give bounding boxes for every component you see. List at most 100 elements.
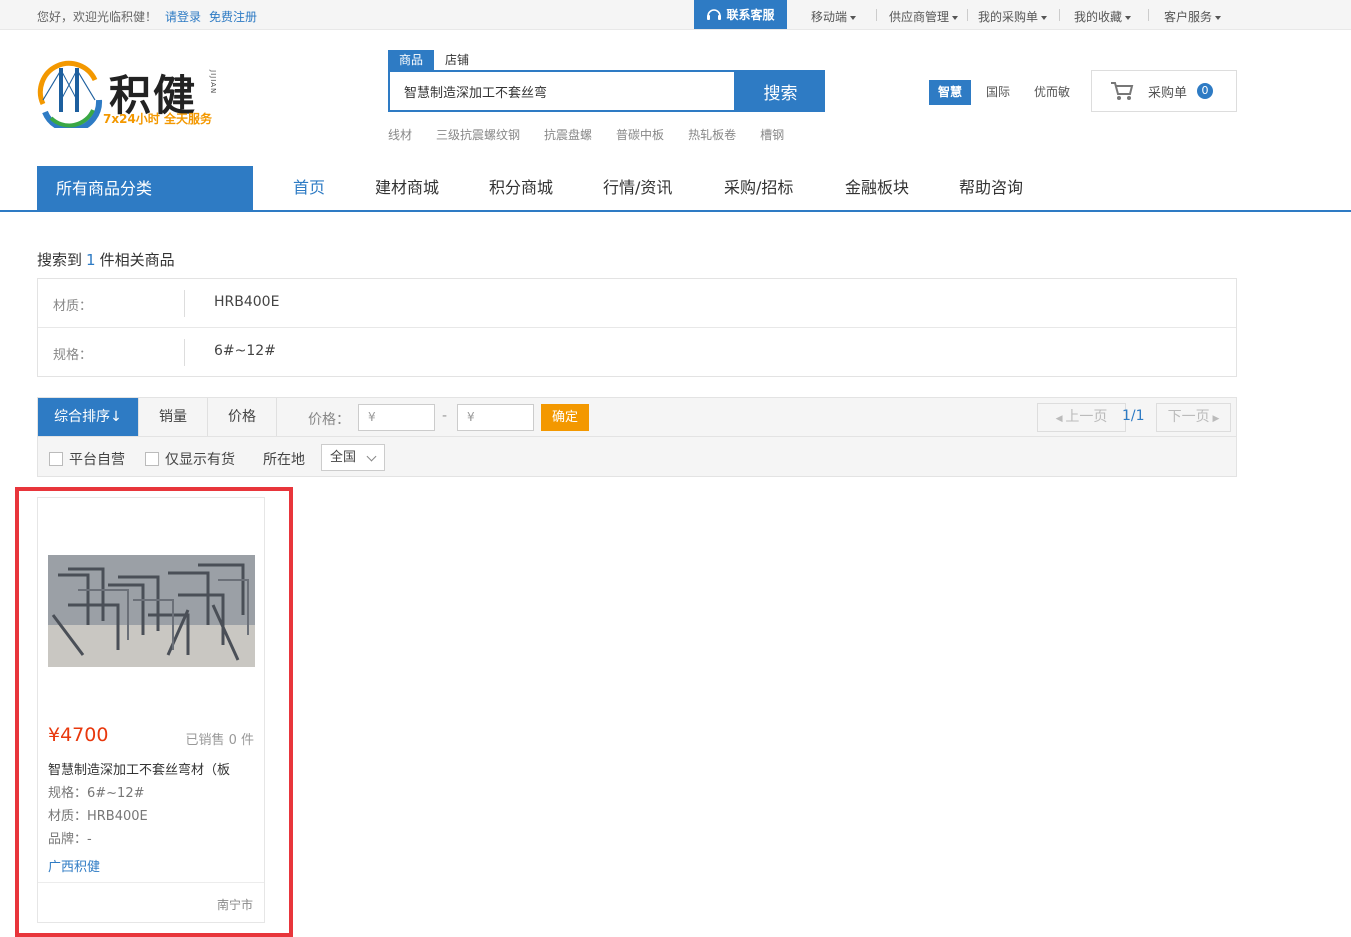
tab-shops[interactable]: 店铺: [434, 50, 480, 70]
purchase-cart-button[interactable]: 采购单 0: [1091, 70, 1237, 112]
nav-home[interactable]: 首页: [293, 166, 325, 210]
sort-default-button[interactable]: 综合排序↓: [38, 398, 139, 436]
divider: [184, 339, 185, 366]
nav-market-news[interactable]: 行情/资讯: [603, 166, 672, 210]
all-categories-button[interactable]: 所有商品分类: [37, 166, 253, 212]
hot-word-link[interactable]: 普碳中板: [616, 126, 664, 143]
caret-down-icon: [1215, 15, 1222, 20]
menu-favorites[interactable]: 我的收藏: [1074, 8, 1132, 25]
menu-purchase-list[interactable]: 我的采购单: [978, 8, 1048, 25]
hot-word-link[interactable]: 槽钢: [760, 126, 784, 143]
product-shop-link[interactable]: 广西积健: [48, 856, 100, 875]
headset-icon: [707, 8, 722, 20]
hot-word-link[interactable]: 热轧板卷: [688, 126, 736, 143]
site-logo[interactable]: 积健 JIJIAN 7x24小时 全天服务: [37, 60, 227, 130]
hot-word-link[interactable]: 线材: [388, 126, 412, 143]
nav-finance[interactable]: 金融板块: [845, 166, 909, 210]
product-price: ¥4700: [48, 724, 109, 746]
search-input[interactable]: [390, 72, 734, 110]
price-max-input[interactable]: ¥: [457, 404, 534, 431]
nav-procurement[interactable]: 采购/招标: [724, 166, 793, 210]
divider: [184, 290, 185, 317]
sort-bar: 综合排序↓ 销量 价格 价格： ¥ - ¥ 确定 ◀ 上一页 1/1 下一页 ▶…: [37, 397, 1237, 477]
sort-row: 综合排序↓ 销量 价格 价格： ¥ - ¥ 确定 ◀ 上一页 1/1 下一页 ▶: [38, 398, 1236, 437]
menu-mobile[interactable]: 移动端: [811, 8, 857, 25]
tab-goods[interactable]: 商品: [388, 50, 435, 70]
logo-slogan: 7x24小时 全天服务: [103, 112, 212, 126]
filter-value-spec[interactable]: 6#~12#: [214, 343, 276, 359]
result-prefix: 搜索到: [37, 251, 83, 269]
filter-label: 规格：: [53, 348, 93, 363]
nav-help[interactable]: 帮助咨询: [959, 166, 1023, 210]
checkbox-icon: [49, 452, 63, 466]
product-title[interactable]: 智慧制造深加工不套丝弯材（板: [48, 759, 255, 778]
product-card-footer: 南宁市: [38, 882, 264, 922]
login-link[interactable]: 请登录: [165, 10, 201, 24]
register-link[interactable]: 免费注册: [209, 10, 257, 24]
result-suffix: 件相关商品: [99, 251, 175, 269]
greeting-area: 您好，欢迎光临积健！ 请登录 免费注册: [37, 8, 257, 25]
nav-points-mall[interactable]: 积分商城: [489, 166, 553, 210]
filter-label: 材质：: [53, 299, 93, 314]
search-type-tabs: 商品 店铺: [388, 50, 480, 70]
product-card[interactable]: ¥4700 已销售 0 件 智慧制造深加工不套丝弯材（板 规格：6#~12# 材…: [37, 497, 265, 923]
result-count: 搜索到 1 件相关商品: [37, 249, 175, 270]
triangle-right-icon: ▶: [1209, 414, 1220, 424]
hot-word-link[interactable]: 抗震盘螺: [544, 126, 592, 143]
caret-down-icon: [1125, 15, 1132, 20]
contact-service-label: 联系客服: [726, 8, 775, 22]
price-range-dash: -: [442, 408, 448, 424]
price-confirm-button[interactable]: 确定: [541, 404, 589, 431]
divider: [1059, 9, 1060, 21]
in-stock-label: 仅显示有货: [165, 452, 235, 468]
main-nav: 所有商品分类 首页 建材商城 积分商城 行情/资讯 采购/招标 金融板块 帮助咨…: [0, 166, 1351, 212]
filter-value-material[interactable]: HRB400E: [214, 294, 279, 310]
price-range-label: 价格：: [308, 412, 350, 428]
menu-purchase-list-label: 我的采购单: [978, 10, 1039, 24]
checkbox-icon: [145, 452, 159, 466]
price-min-input[interactable]: ¥: [358, 404, 435, 431]
logo-pinyin: JIJIAN: [209, 70, 217, 95]
product-image[interactable]: [48, 555, 255, 667]
divider: [967, 9, 968, 21]
location-select[interactable]: 全国: [321, 444, 385, 471]
product-sold-count: 已销售 0 件: [185, 733, 254, 748]
product-material: 材质：HRB400E: [48, 809, 148, 824]
menu-customer-service-label: 客户服务: [1164, 10, 1213, 24]
divider: [876, 9, 877, 21]
prev-page-button[interactable]: ◀ 上一页: [1037, 403, 1126, 432]
menu-customer-service[interactable]: 客户服务: [1164, 8, 1222, 25]
self-operated-checkbox[interactable]: 平台自营: [49, 449, 125, 469]
next-page-label: 下一页: [1167, 409, 1210, 425]
hot-word-link[interactable]: 三级抗震螺纹钢: [436, 126, 520, 143]
sort-price-button[interactable]: 价格: [208, 398, 277, 436]
divider: [1148, 9, 1149, 21]
shopping-cart-icon: [1111, 82, 1134, 100]
contact-service-button[interactable]: 联系客服: [694, 0, 787, 29]
caret-down-icon: [1041, 15, 1048, 20]
prev-page-label: 上一页: [1065, 409, 1108, 425]
bridge-logo-icon: [37, 60, 103, 128]
filter-row-material: 材质： HRB400E: [38, 279, 1236, 328]
menu-mobile-label: 移动端: [811, 10, 848, 24]
menu-supplier[interactable]: 供应商管理: [889, 8, 959, 25]
site-tab-smart[interactable]: 智慧: [929, 80, 972, 105]
next-page-button[interactable]: 下一页 ▶: [1156, 403, 1231, 432]
search-button[interactable]: 搜索: [736, 70, 825, 112]
search-box: [388, 70, 736, 112]
location-label: 所在地: [263, 452, 305, 468]
menu-favorites-label: 我的收藏: [1074, 10, 1123, 24]
product-brand: 品牌：-: [48, 832, 92, 847]
in-stock-checkbox[interactable]: 仅显示有货: [145, 449, 235, 469]
top-bar: 您好，欢迎光临积健！ 请登录 免费注册 联系客服 移动端 供应商管理 我的采购单 我…: [0, 0, 1351, 30]
site-tab-international[interactable]: 国际: [977, 80, 1019, 105]
sort-sales-button[interactable]: 销量: [139, 398, 208, 436]
site-tab-youermin[interactable]: 优而敏: [1025, 80, 1079, 105]
cart-count-badge: 0: [1197, 83, 1214, 99]
chevron-down-icon: [366, 451, 377, 462]
product-photo: [48, 555, 255, 667]
self-operated-label: 平台自营: [69, 452, 125, 468]
nav-building-materials[interactable]: 建材商城: [375, 166, 439, 210]
menu-supplier-label: 供应商管理: [889, 10, 950, 24]
caret-down-icon: [850, 15, 857, 20]
